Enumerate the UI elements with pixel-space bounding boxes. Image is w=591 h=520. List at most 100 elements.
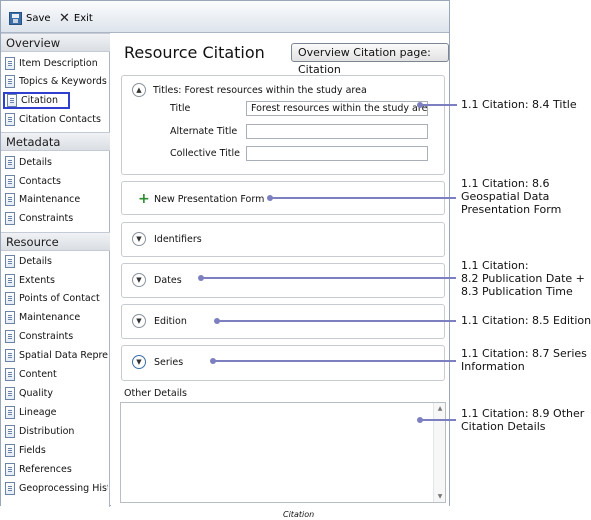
sidebar-item-label: Topics & Keywords — [19, 76, 107, 87]
sidebar-item-resource-spatial-data[interactable]: Spatial Data Repres — [5, 347, 108, 364]
sidebar-item-resource-details[interactable]: Details — [5, 253, 108, 270]
connector-line — [217, 320, 456, 322]
toolbar: Save ✕ Exit — [1, 1, 449, 33]
page-icon — [5, 193, 15, 206]
connector-line — [213, 360, 456, 362]
sidebar-item-label: Details — [19, 256, 52, 267]
page-icon — [5, 274, 15, 287]
page-icon — [5, 255, 15, 268]
sidebar-item-resource-points-of-contact[interactable]: Points of Contact — [5, 290, 108, 307]
sidebar-item-resource-extents[interactable]: Extents — [5, 272, 108, 289]
add-icon[interactable]: + — [138, 192, 150, 206]
chevron-down-icon[interactable]: ▼ — [132, 232, 146, 246]
identifiers-panel[interactable]: ▼ Identifiers — [121, 222, 445, 257]
annotation-line: 8.2 Publication Date + — [461, 272, 585, 285]
sidebar-item-label: Details — [19, 157, 52, 168]
sidebar-item-label: References — [19, 464, 72, 475]
series-panel[interactable]: ▼ Series — [121, 345, 445, 381]
sidebar-item-resource-constraints[interactable]: Constraints — [5, 328, 108, 345]
sidebar-item-citation-contacts[interactable]: Citation Contacts — [5, 111, 108, 128]
sidebar-section-metadata[interactable]: Metadata — [1, 132, 110, 151]
annotation-line: 1.1 Citation: 8.6 — [461, 177, 550, 190]
series-label: Series — [154, 357, 184, 368]
alternate-title-label: Alternate Title — [170, 126, 238, 137]
connector-line — [420, 104, 457, 106]
title-input[interactable]: Forest resources within the study area — [246, 101, 428, 116]
sidebar-item-label: Points of Contact — [19, 293, 100, 304]
scroll-up-icon[interactable]: ▲ — [434, 405, 446, 412]
sidebar-item-label: Maintenance — [19, 312, 81, 323]
page-title: Resource Citation — [124, 43, 265, 62]
sidebar-item-resource-quality[interactable]: Quality — [5, 385, 108, 402]
sidebar-item-label: Item Description — [19, 58, 98, 69]
page-icon — [5, 212, 15, 225]
scroll-down-icon[interactable]: ▼ — [434, 493, 446, 500]
other-details-textarea[interactable]: ▲ ▼ — [120, 402, 446, 503]
page-icon — [5, 387, 15, 400]
sidebar-item-label: Citation — [21, 95, 59, 106]
sidebar-item-topics-keywords[interactable]: Topics & Keywords — [5, 73, 108, 90]
page-icon — [7, 94, 17, 107]
page-icon — [5, 406, 15, 419]
annotation-line: 1.1 Citation: 8.7 Series — [461, 347, 587, 360]
main-content: Resource Citation Overview Citation page… — [111, 33, 449, 507]
dates-panel[interactable]: ▼ Dates — [121, 263, 445, 298]
editor-window: Save ✕ Exit Overview Item Description To… — [0, 0, 450, 507]
annotation-line: 1.1 Citation: — [461, 259, 529, 272]
sidebar-item-resource-geoprocessing[interactable]: Geoprocessing Histo — [5, 480, 108, 497]
chevron-down-icon[interactable]: ▼ — [132, 355, 146, 369]
title-label: Title — [170, 103, 191, 114]
other-details-label: Other Details — [124, 388, 187, 399]
sidebar-section-overview[interactable]: Overview — [1, 33, 110, 52]
sidebar-item-resource-content[interactable]: Content — [5, 366, 108, 383]
save-button[interactable]: Save — [9, 10, 51, 26]
collective-title-input[interactable] — [246, 146, 428, 161]
sidebar-item-metadata-maintenance[interactable]: Maintenance — [5, 191, 108, 208]
chevron-down-icon[interactable]: ▼ — [132, 314, 146, 328]
connector-line — [420, 419, 456, 421]
sidebar-item-item-description[interactable]: Item Description — [5, 55, 108, 72]
page-icon — [5, 311, 15, 324]
sidebar-item-metadata-details[interactable]: Details — [5, 154, 108, 171]
page-tag: Overview Citation page: Citation — [291, 43, 449, 76]
sidebar-item-resource-lineage[interactable]: Lineage — [5, 404, 108, 421]
page-icon — [5, 57, 15, 70]
dates-label: Dates — [154, 275, 182, 286]
new-presentation-form-button[interactable]: New Presentation Form — [154, 194, 264, 205]
sidebar-item-metadata-contacts[interactable]: Contacts — [5, 173, 108, 190]
chevron-up-icon[interactable]: ▲ — [132, 83, 146, 97]
sidebar-item-label: Spatial Data Repres — [19, 350, 108, 361]
page-icon — [5, 444, 15, 457]
page-icon — [5, 330, 15, 343]
annotation-line: Information — [461, 360, 525, 373]
sidebar-item-resource-fields[interactable]: Fields — [5, 442, 108, 459]
sidebar-item-label: Fields — [19, 445, 46, 456]
annotation-series: 1.1 Citation: 8.7 Series Information — [461, 347, 587, 373]
sidebar-item-label: Distribution — [19, 426, 75, 437]
annotation-line: Presentation Form — [461, 203, 562, 216]
sidebar-item-resource-references[interactable]: References — [5, 461, 108, 478]
collective-title-label: Collective Title — [170, 148, 241, 159]
page-icon — [5, 292, 15, 305]
save-label: Save — [26, 12, 51, 24]
exit-button[interactable]: ✕ Exit — [59, 10, 93, 26]
figure-caption: Citation — [283, 510, 315, 519]
connector-line — [270, 197, 456, 199]
sidebar-item-resource-maintenance[interactable]: Maintenance — [5, 309, 108, 326]
alternate-title-input[interactable] — [246, 124, 428, 139]
sidebar-section-resource[interactable]: Resource — [1, 232, 110, 251]
chevron-down-icon[interactable]: ▼ — [132, 273, 146, 287]
titles-panel: ▲ Titles: Forest resources within the st… — [121, 75, 445, 175]
page-icon — [5, 113, 15, 126]
sidebar-item-citation[interactable]: Citation — [3, 92, 70, 109]
save-icon — [9, 11, 22, 25]
identifiers-label: Identifiers — [154, 234, 202, 245]
sidebar-item-resource-distribution[interactable]: Distribution — [5, 423, 108, 440]
scrollbar[interactable]: ▲ ▼ — [433, 403, 445, 502]
edition-label: Edition — [154, 316, 187, 327]
sidebar-item-label: Maintenance — [19, 194, 81, 205]
sidebar-item-metadata-constraints[interactable]: Constraints — [5, 210, 108, 227]
connector-line — [201, 277, 456, 279]
sidebar-item-label: Constraints — [19, 331, 74, 342]
page-icon — [5, 349, 15, 362]
